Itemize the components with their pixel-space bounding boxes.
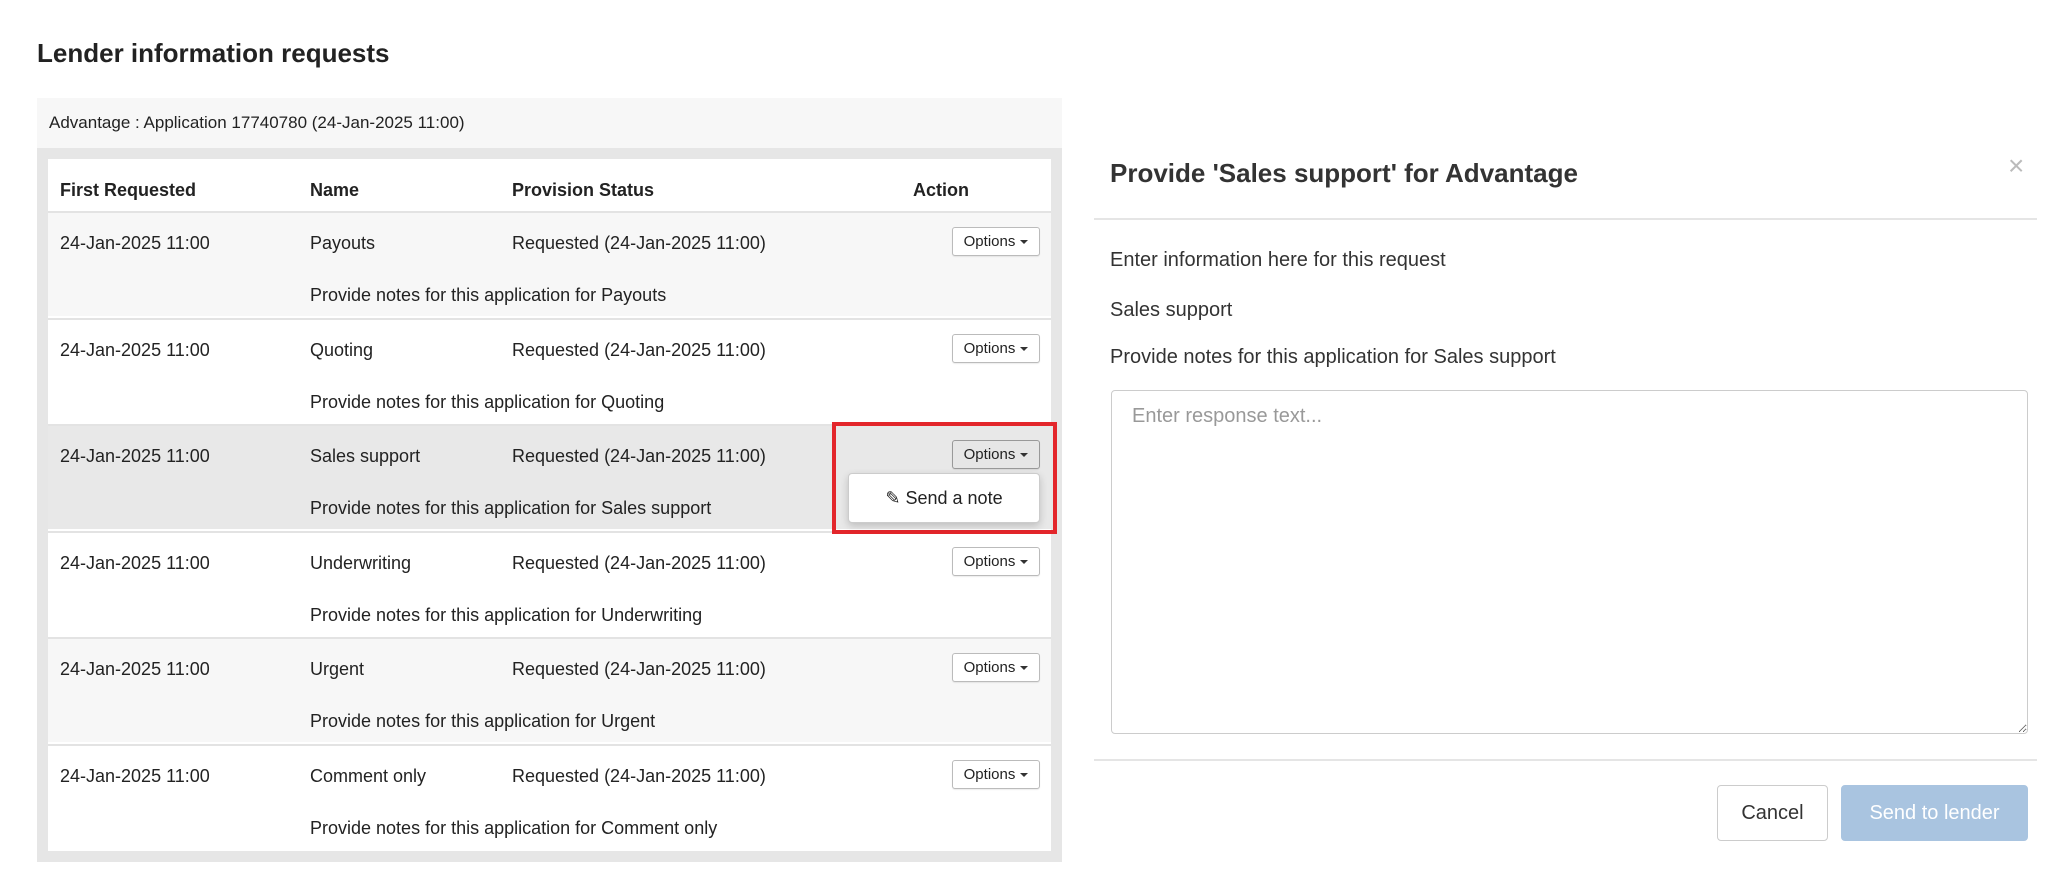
options-button[interactable]: Options: [952, 759, 1040, 789]
table-row: 24-Jan-2025 11:00 Quoting Requested (24-…: [48, 317, 1051, 423]
status-cell: Requested (24-Jan-2025 11:00): [512, 765, 766, 786]
options-label: Options: [963, 552, 1016, 570]
caret-down-icon: [1020, 559, 1029, 564]
modal-footer-divider: [1094, 759, 2037, 761]
name-cell: Quoting: [310, 339, 374, 360]
table-row: 24-Jan-2025 11:00 Underwriting Requested…: [48, 530, 1051, 636]
table-row: 24-Jan-2025 11:00 Urgent Requested (24-J…: [48, 637, 1051, 742]
note-cell: Provide notes for this application for U…: [310, 711, 656, 731]
note-cell: Provide notes for this application for S…: [310, 498, 712, 518]
status-cell: Requested (24-Jan-2025 11:00): [512, 446, 766, 466]
options-dropdown-menu: ✎ Send a note: [848, 473, 1040, 523]
status-cell: Requested (24-Jan-2025 11:00): [512, 233, 766, 253]
name-cell: Payouts: [310, 233, 376, 253]
note-cell: Provide notes for this application for P…: [310, 285, 667, 305]
caret-down-icon: [1020, 666, 1029, 671]
options-button[interactable]: Options: [952, 653, 1040, 682]
caret-down-icon: [1020, 346, 1029, 351]
note-cell: Provide notes for this application for C…: [310, 817, 718, 838]
first-requested-cell: 24-Jan-2025 11:00: [60, 659, 210, 679]
cancel-button[interactable]: Cancel: [1717, 785, 1828, 841]
send-a-note-label: Send a note: [905, 488, 1003, 508]
options-label: Options: [963, 233, 1016, 250]
status-cell: Requested (24-Jan-2025 11:00): [512, 659, 766, 679]
status-cell: Requested (24-Jan-2025 11:00): [512, 339, 766, 360]
first-requested-cell: 24-Jan-2025 11:00: [60, 339, 210, 360]
name-cell: Urgent: [310, 659, 365, 679]
options-button[interactable]: Options: [952, 227, 1040, 256]
modal-title: Provide 'Sales support' for Advantage: [1110, 158, 1578, 188]
column-header-name: Name: [310, 180, 360, 200]
column-header-first-requested: First Requested: [60, 180, 197, 200]
name-cell: Sales support: [310, 446, 421, 466]
options-button[interactable]: Options: [952, 333, 1040, 363]
note-cell: Provide notes for this application for Q…: [310, 391, 665, 412]
caret-down-icon: [1020, 772, 1029, 777]
options-button[interactable]: Options: [952, 546, 1040, 576]
first-requested-cell: 24-Jan-2025 11:00: [60, 765, 210, 786]
modal-header-divider: [1094, 218, 2037, 220]
first-requested-cell: 24-Jan-2025 11:00: [60, 446, 210, 466]
application-header: Advantage : Application 17740780 (24-Jan…: [37, 98, 1062, 148]
options-label: Options: [963, 765, 1016, 783]
pencil-icon: ✎: [885, 488, 901, 508]
options-label: Options: [963, 339, 1016, 357]
column-header-provision-status: Provision Status: [512, 180, 655, 200]
application-panel: Advantage : Application 17740780 (24-Jan…: [37, 98, 1062, 862]
send-to-lender-button[interactable]: Send to lender: [1841, 785, 2028, 841]
modal-request-note: Provide notes for this application for S…: [1110, 346, 1556, 368]
table-row: 24-Jan-2025 11:00 Payouts Requested (24-…: [48, 211, 1051, 316]
column-header-action: Action: [913, 180, 969, 200]
name-cell: Comment only: [310, 765, 427, 786]
page-title: Lender information requests: [37, 38, 390, 68]
first-requested-cell: 24-Jan-2025 11:00: [60, 552, 210, 573]
modal-instruction: Enter information here for this request: [1110, 249, 1446, 271]
options-label: Options: [963, 659, 1016, 676]
table-row: 24-Jan-2025 11:00 Comment only Requested…: [48, 743, 1051, 849]
modal-request-name: Sales support: [1110, 299, 1233, 321]
status-cell: Requested (24-Jan-2025 11:00): [512, 552, 766, 573]
close-icon[interactable]: ×: [2008, 150, 2024, 182]
first-requested-cell: 24-Jan-2025 11:00: [60, 233, 210, 253]
caret-down-icon: [1020, 240, 1029, 245]
send-a-note-menu-item[interactable]: ✎ Send a note: [849, 474, 1039, 522]
note-cell: Provide notes for this application for U…: [310, 604, 703, 625]
response-textarea[interactable]: [1111, 390, 2028, 734]
name-cell: Underwriting: [310, 552, 412, 573]
